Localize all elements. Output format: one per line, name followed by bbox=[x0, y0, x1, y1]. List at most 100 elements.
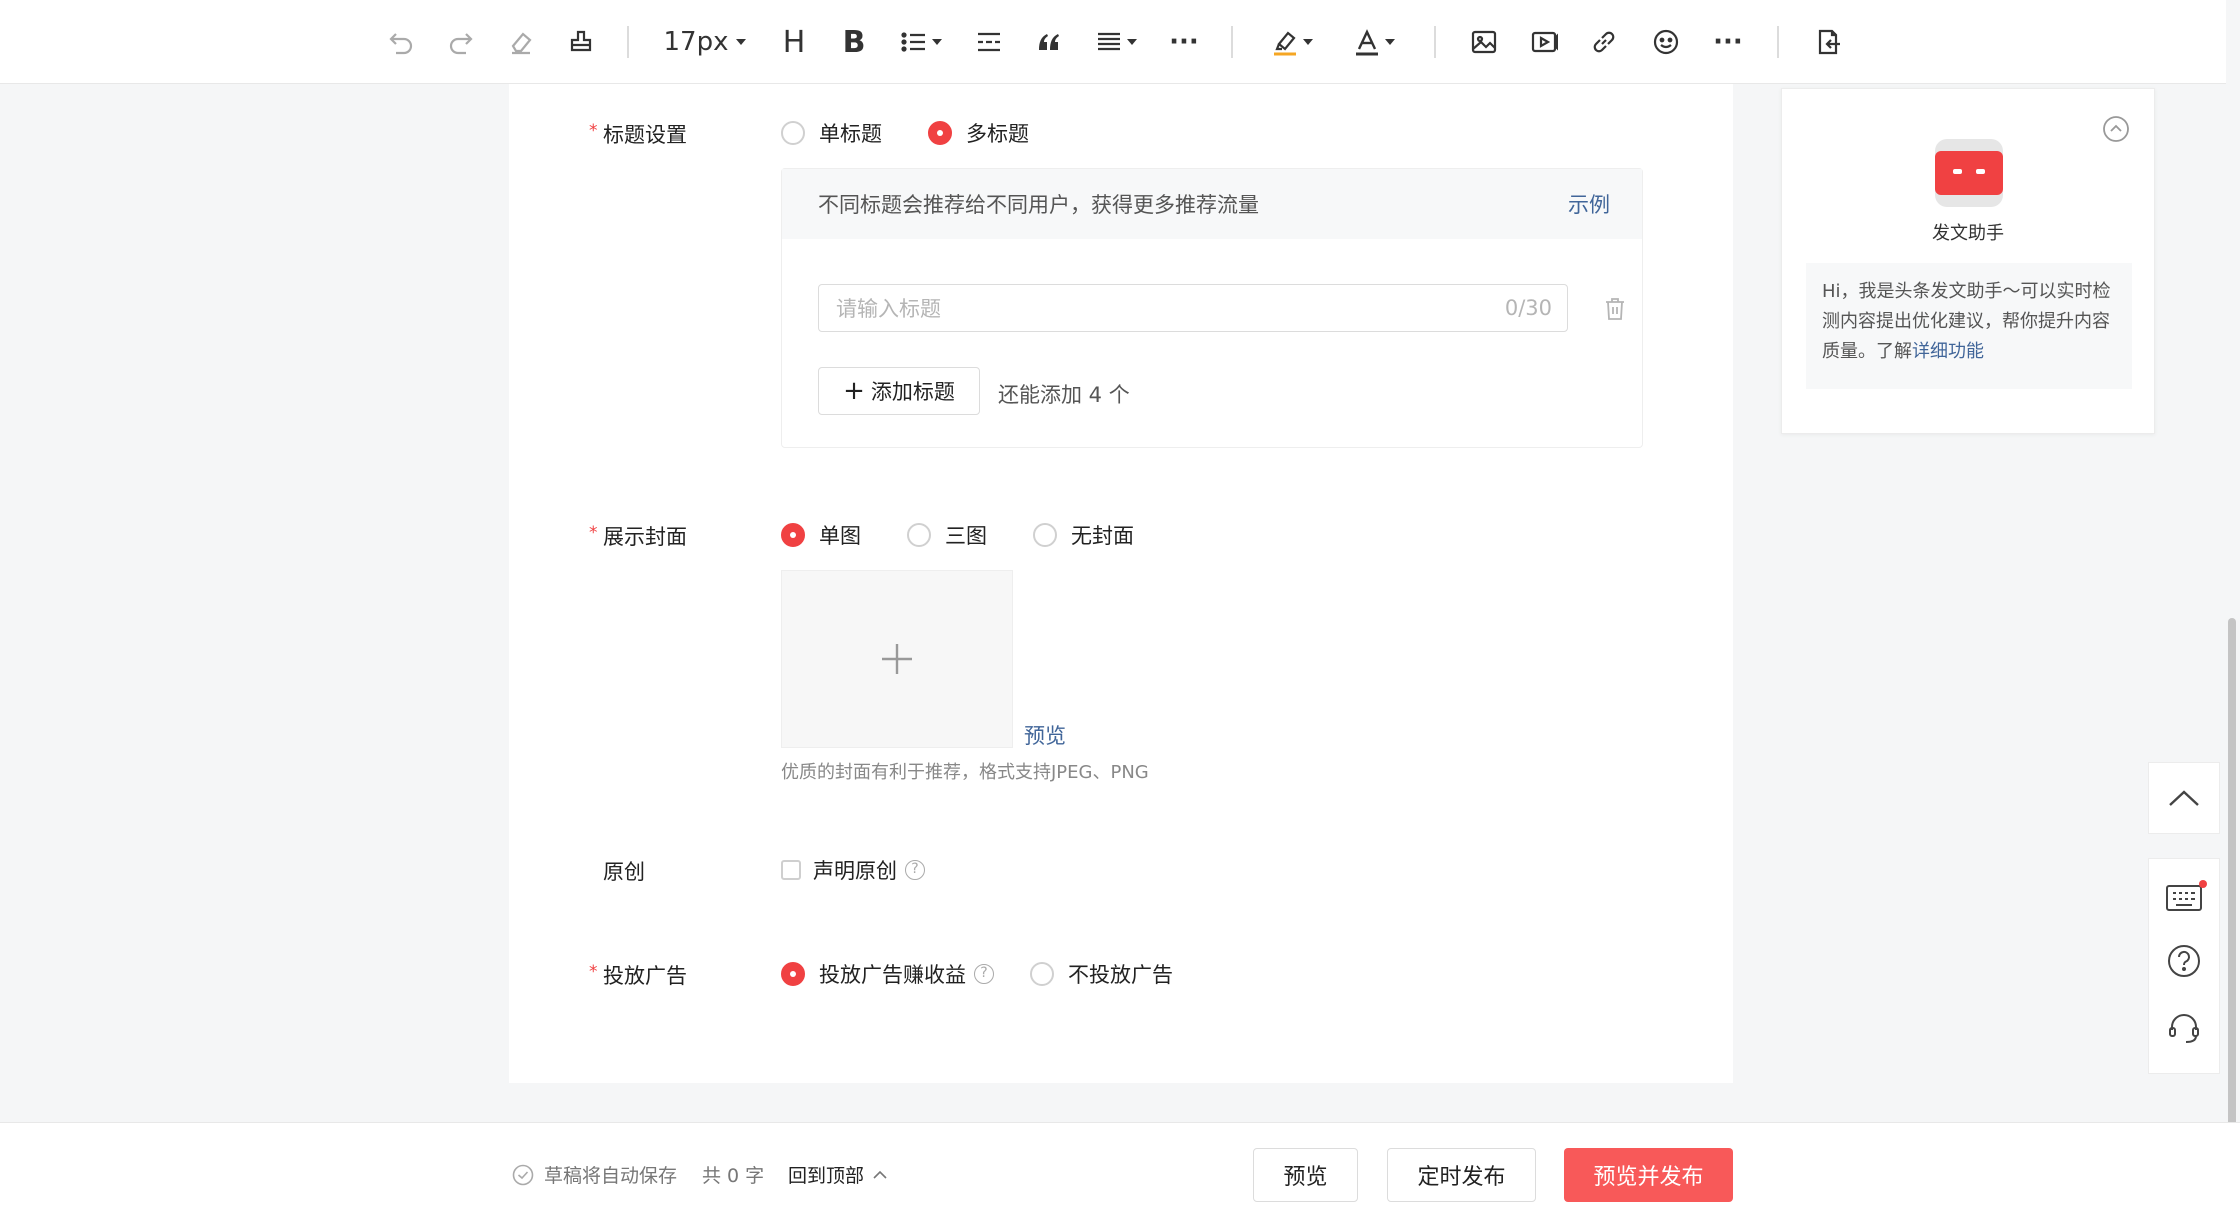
bottom-action-bar: 草稿将自动保存 共 0 字 回到顶部 预览 定时发布 预览并发布 bbox=[0, 1122, 2240, 1224]
radio-circle bbox=[781, 523, 805, 547]
preview-button[interactable]: 预览 bbox=[1253, 1148, 1358, 1202]
align-dropdown[interactable] bbox=[1091, 21, 1141, 63]
example-link[interactable]: 示例 bbox=[1568, 189, 1610, 219]
help-icon[interactable]: ? bbox=[974, 964, 994, 984]
radio-circle bbox=[1033, 523, 1057, 547]
bold-icon: B bbox=[842, 24, 866, 60]
add-title-label: 添加标题 bbox=[870, 380, 955, 404]
help-circle-icon[interactable] bbox=[2166, 943, 2202, 983]
chevron-up-icon bbox=[2169, 790, 2199, 806]
radio-label: 无封面 bbox=[1071, 524, 1134, 548]
publish-settings-card: * 标题设置 单标题 多标题 不同标题会推荐给不同用户，获得更多推荐流量 示例 … bbox=[509, 84, 1733, 1083]
original-label: 原创 bbox=[603, 856, 645, 886]
multi-title-panel: 不同标题会推荐给不同用户，获得更多推荐流量 示例 请输入标题 0/30 + 添加… bbox=[781, 168, 1643, 448]
link-icon[interactable] bbox=[1586, 21, 1622, 63]
plus-icon: + bbox=[843, 376, 865, 406]
cover-upload-box[interactable] bbox=[781, 570, 1013, 748]
schedule-publish-button[interactable]: 定时发布 bbox=[1387, 1148, 1536, 1202]
more-format-button[interactable]: ··· bbox=[1166, 21, 1202, 63]
title-settings-label: * 标题设置 bbox=[589, 119, 687, 149]
text-color-icon bbox=[1356, 29, 1378, 56]
required-mark: * bbox=[589, 121, 598, 141]
highlighter-icon bbox=[1274, 31, 1296, 56]
font-size-value: 17px bbox=[663, 27, 729, 57]
radio-label: 多标题 bbox=[966, 122, 1029, 146]
radio-circle bbox=[928, 121, 952, 145]
required-mark: * bbox=[589, 962, 598, 982]
font-size-select[interactable]: 17px bbox=[660, 21, 750, 63]
collapse-icon[interactable] bbox=[2102, 115, 2130, 147]
preview-and-publish-button[interactable]: 预览并发布 bbox=[1564, 1148, 1733, 1202]
list-dropdown[interactable] bbox=[896, 21, 946, 63]
required-mark: * bbox=[589, 523, 598, 543]
more-icon: ··· bbox=[1169, 27, 1199, 57]
autosave-text: 草稿将自动保存 bbox=[544, 1165, 678, 1187]
image-icon[interactable] bbox=[1466, 21, 1502, 63]
assistant-robot-icon bbox=[1933, 137, 2005, 213]
assistant-message: Hi，我是头条发文助手～可以实时检测内容提出优化建议，帮你提升内容质量。了解详细… bbox=[1806, 263, 2132, 389]
radio-no-cover[interactable]: 无封面 bbox=[1033, 520, 1134, 550]
eraser-icon[interactable] bbox=[503, 21, 539, 63]
radio-multi-title[interactable]: 多标题 bbox=[928, 118, 1029, 148]
radio-three-images[interactable]: 三图 bbox=[907, 520, 987, 550]
chevron-up-icon bbox=[873, 1170, 887, 1179]
autosave-status: 草稿将自动保存 bbox=[512, 1161, 677, 1188]
word-count: 共 0 字 bbox=[702, 1165, 765, 1187]
redo-icon[interactable] bbox=[443, 21, 479, 63]
plus-icon bbox=[882, 644, 912, 674]
trash-icon[interactable] bbox=[1604, 297, 1626, 325]
cover-preview-link[interactable]: 预览 bbox=[1024, 720, 1066, 750]
radio-no-ads[interactable]: 不投放广告 bbox=[1030, 959, 1173, 989]
radio-ads-earn[interactable]: 投放广告赚收益 ? bbox=[781, 959, 994, 989]
more-insert-button[interactable]: ··· bbox=[1710, 21, 1746, 63]
cover-label-text: 展示封面 bbox=[603, 525, 687, 549]
ads-label-text: 投放广告 bbox=[603, 964, 687, 988]
video-icon[interactable] bbox=[1526, 21, 1562, 63]
writing-assistant-panel: 发文助手 Hi，我是头条发文助手～可以实时检测内容提出优化建议，帮你提升内容质量… bbox=[1781, 88, 2155, 434]
radio-label: 单标题 bbox=[819, 122, 882, 146]
checkbox-label: 声明原创 bbox=[813, 859, 897, 883]
emoji-icon[interactable] bbox=[1648, 21, 1684, 63]
assistant-name: 发文助手 bbox=[1932, 223, 2004, 244]
list-icon bbox=[901, 32, 925, 52]
title-char-counter: 0/30 bbox=[1504, 296, 1552, 320]
text-color-dropdown[interactable] bbox=[1348, 21, 1400, 63]
radio-label: 不投放广告 bbox=[1068, 963, 1173, 987]
highlight-dropdown[interactable] bbox=[1266, 21, 1318, 63]
add-title-button[interactable]: + 添加标题 bbox=[818, 367, 980, 415]
cover-label: * 展示封面 bbox=[589, 521, 687, 551]
cover-tip: 优质的封面有利于推荐，格式支持JPEG、PNG bbox=[781, 762, 1149, 783]
schedule-button-label: 定时发布 bbox=[1417, 1165, 1506, 1190]
radio-single-image[interactable]: 单图 bbox=[781, 520, 861, 550]
scroll-top-float[interactable] bbox=[2148, 762, 2220, 834]
assistant-detail-link[interactable]: 详细功能 bbox=[1912, 341, 1984, 362]
toolbar-divider bbox=[1434, 26, 1436, 58]
radio-label: 投放广告赚收益 bbox=[819, 963, 966, 987]
notification-dot bbox=[2199, 880, 2207, 889]
format-painter-icon[interactable] bbox=[563, 21, 599, 63]
import-document-icon[interactable] bbox=[1810, 21, 1846, 63]
customer-service-icon[interactable] bbox=[2166, 1010, 2202, 1050]
bold-button[interactable]: B bbox=[836, 21, 872, 63]
add-remaining-text: 还能添加 4 个 bbox=[998, 383, 1130, 407]
editor-toolbar: 17px H B ··· ··· bbox=[0, 0, 2240, 84]
checkbox-box bbox=[781, 860, 801, 880]
radio-single-title[interactable]: 单标题 bbox=[781, 118, 882, 148]
side-tools-float bbox=[2148, 858, 2220, 1074]
original-label-text: 原创 bbox=[603, 860, 645, 884]
back-to-top-link[interactable]: 回到顶部 bbox=[788, 1161, 888, 1188]
publish-button-label: 预览并发布 bbox=[1593, 1165, 1704, 1190]
heading-button[interactable]: H bbox=[776, 21, 812, 63]
undo-icon[interactable] bbox=[383, 21, 419, 63]
scrollbar-thumb[interactable] bbox=[2228, 618, 2236, 1178]
more-icon: ··· bbox=[1713, 27, 1743, 57]
quote-icon[interactable] bbox=[1031, 21, 1067, 63]
radio-circle bbox=[1030, 962, 1054, 986]
title-input[interactable]: 请输入标题 0/30 bbox=[818, 284, 1568, 332]
divider-line-icon[interactable] bbox=[971, 21, 1007, 63]
keyboard-icon[interactable] bbox=[2165, 880, 2207, 916]
declare-original-checkbox[interactable]: 声明原创 ? bbox=[781, 855, 925, 885]
help-icon[interactable]: ? bbox=[905, 860, 925, 880]
align-icon bbox=[1098, 32, 1120, 51]
radio-circle bbox=[781, 962, 805, 986]
